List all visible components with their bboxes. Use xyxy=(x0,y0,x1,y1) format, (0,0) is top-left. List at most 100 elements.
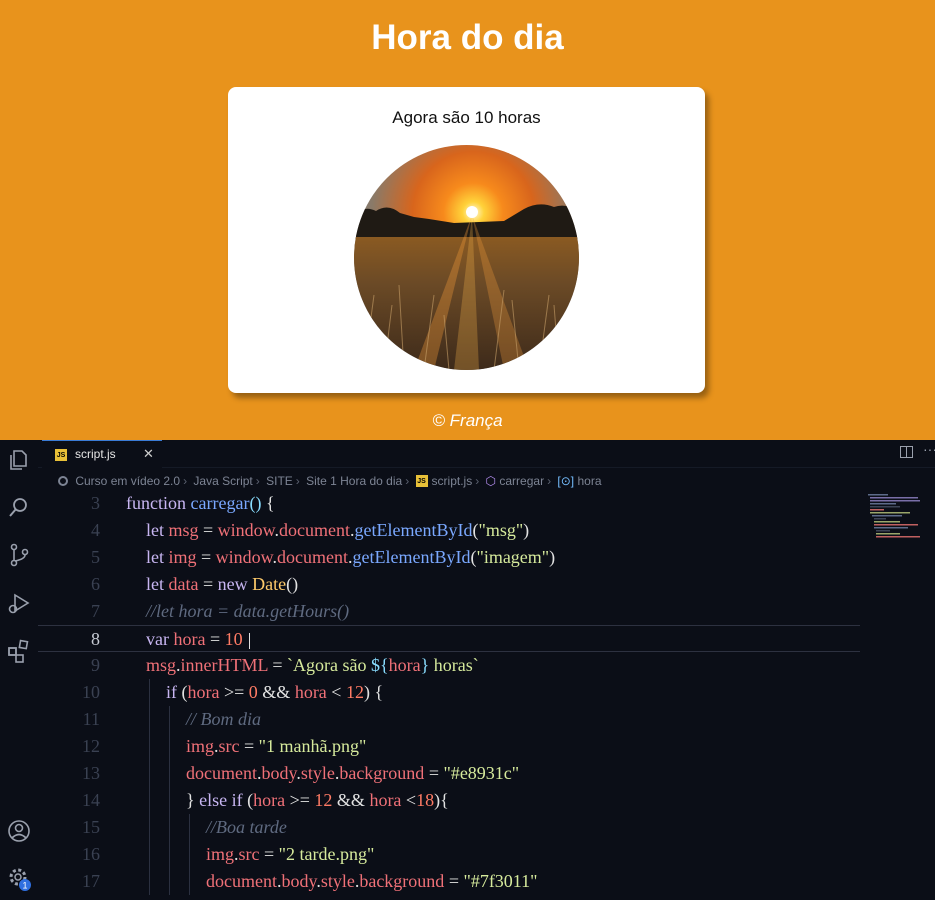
code-line[interactable]: 4 let msg = window.document.getElementByI… xyxy=(38,517,860,544)
line-number: 7 xyxy=(91,601,100,621)
code-token: && xyxy=(257,682,295,702)
close-icon[interactable]: ✕ xyxy=(143,446,154,462)
indent-guide xyxy=(149,868,150,895)
code-token: ) { xyxy=(363,682,384,702)
code-token: style xyxy=(300,763,335,783)
line-number: 12 xyxy=(82,736,100,756)
breadcrumb-item[interactable]: Curso em vídeo 2.0 xyxy=(75,474,180,488)
morning-sunrise-image xyxy=(354,145,579,370)
code-line[interactable]: 14 } else if (hora >= 12 && hora <18){ xyxy=(38,787,860,814)
folder-circle-icon xyxy=(58,475,68,486)
code-line[interactable]: 17 document.body.style.background = "#7f3… xyxy=(38,868,860,895)
code-text: var hora = 10 xyxy=(146,626,250,653)
code-token: document xyxy=(277,547,348,567)
split-editor-icon[interactable] xyxy=(900,446,913,458)
indent-guide xyxy=(169,841,170,868)
code-token: { xyxy=(265,493,275,513)
code-token: //let hora = data.getHours() xyxy=(146,601,350,621)
line-number: 14 xyxy=(82,790,100,810)
code-token: body xyxy=(261,763,297,783)
more-actions-icon[interactable]: ··· xyxy=(923,441,935,457)
code-token: // Bom dia xyxy=(186,709,261,729)
line-number: 17 xyxy=(82,871,100,891)
indent-guide xyxy=(149,706,150,733)
breadcrumb-item[interactable]: carregar xyxy=(499,474,544,488)
code-token: 0 xyxy=(248,682,258,702)
code-token: else if xyxy=(199,790,248,810)
code-line[interactable]: 6 let data = new Date() xyxy=(38,571,860,598)
code-line[interactable]: 16 img.src = "2 tarde.png" xyxy=(38,841,860,868)
breadcrumb-item[interactable]: Site 1 Hora do dia xyxy=(306,474,402,488)
line-number: 6 xyxy=(91,574,100,594)
code-token: document xyxy=(206,871,277,891)
code-token: "msg" xyxy=(478,520,524,540)
code-token: innerHTML xyxy=(180,655,268,675)
code-text: //Boa tarde xyxy=(206,814,287,841)
run-debug-icon[interactable] xyxy=(6,591,32,617)
code-line[interactable]: 10 if (hora >= 0 && hora < 12) { xyxy=(38,679,860,706)
source-control-icon[interactable] xyxy=(6,542,32,568)
indent-guide xyxy=(169,760,170,787)
page-title: Hora do dia xyxy=(371,18,564,57)
line-number: 5 xyxy=(91,547,100,567)
code-token: new xyxy=(217,574,253,594)
code-text: if (hora >= 0 && hora < 12) { xyxy=(166,679,383,706)
breadcrumb: Curso em vídeo 2.0 › Java Script › SITE › S… xyxy=(58,473,602,491)
code-token: getElementById xyxy=(354,520,473,540)
code-token: background xyxy=(339,763,425,783)
accounts-icon[interactable] xyxy=(6,818,32,844)
indent-guide xyxy=(169,814,170,841)
code-text: let msg = window.document.getElementById… xyxy=(146,517,529,544)
code-text: } else if (hora >= 12 && hora <18){ xyxy=(186,787,449,814)
code-line[interactable]: 7 //let hora = data.getHours() xyxy=(38,598,860,625)
indent-guide xyxy=(169,733,170,760)
code-line[interactable]: 8 var hora = 10 xyxy=(38,625,860,652)
activity-bar: 1 xyxy=(0,440,38,900)
breadcrumb-item[interactable]: SITE xyxy=(266,474,293,488)
code-line[interactable]: 11 // Bom dia xyxy=(38,706,860,733)
code-token: if xyxy=(166,682,182,702)
line-number: 9 xyxy=(91,655,100,675)
minimap[interactable] xyxy=(866,492,928,542)
js-file-icon: JS xyxy=(55,449,67,461)
code-token: "#e8931c" xyxy=(443,763,520,783)
code-editor: 1 JS script.js ✕ ··· Curso em vídeo 2.0›… xyxy=(0,440,935,900)
code-line[interactable]: 5 let img = window.document.getElementByI… xyxy=(38,544,860,571)
code-area[interactable]: 3 function carregar() {4 let msg = window.… xyxy=(38,492,860,900)
variable-icon: [⊙] xyxy=(557,473,575,488)
code-token: = xyxy=(444,871,464,891)
code-token: ){ xyxy=(434,790,449,810)
code-token: "imagem" xyxy=(476,547,550,567)
code-token: getElementById xyxy=(352,547,471,567)
code-line[interactable]: 12 img.src = "1 manhã.png" xyxy=(38,733,860,760)
code-text: let data = new Date() xyxy=(146,571,298,598)
code-token: && xyxy=(332,790,370,810)
extensions-icon[interactable] xyxy=(6,638,32,664)
code-text: document.body.style.background = "#e8931… xyxy=(186,760,519,787)
code-token: background xyxy=(359,871,445,891)
tab-script-js[interactable]: JS script.js ✕ xyxy=(42,440,162,468)
code-line[interactable]: 3 function carregar() { xyxy=(38,490,860,517)
code-token: //Boa tarde xyxy=(206,817,287,837)
breadcrumb-item[interactable]: hora xyxy=(577,474,601,488)
code-token: hora xyxy=(294,682,327,702)
code-token: hora xyxy=(187,682,220,702)
search-icon[interactable] xyxy=(6,495,32,521)
code-line[interactable]: 9 msg.innerHTML = `Agora são ${hora} hora… xyxy=(38,652,860,679)
code-line[interactable]: 13 document.body.style.background = "#e89… xyxy=(38,760,860,787)
code-token: window xyxy=(215,547,273,567)
code-token: hora xyxy=(173,629,206,649)
code-line[interactable]: 15 //Boa tarde xyxy=(38,814,860,841)
code-token: "2 tarde.png" xyxy=(278,844,375,864)
indent-guide xyxy=(149,787,150,814)
hour-message: Agora são 10 horas xyxy=(392,108,541,127)
footer-credit: © França xyxy=(432,411,503,430)
breadcrumb-item[interactable]: script.js xyxy=(432,474,473,488)
settings-gear-icon[interactable]: 1 xyxy=(6,865,32,891)
explorer-icon[interactable] xyxy=(6,447,32,473)
breadcrumb-item[interactable]: Java Script xyxy=(193,474,252,488)
line-number: 8 xyxy=(91,629,100,649)
code-token: ) xyxy=(523,520,530,540)
indent-guide xyxy=(169,868,170,895)
code-token: () xyxy=(286,574,299,594)
